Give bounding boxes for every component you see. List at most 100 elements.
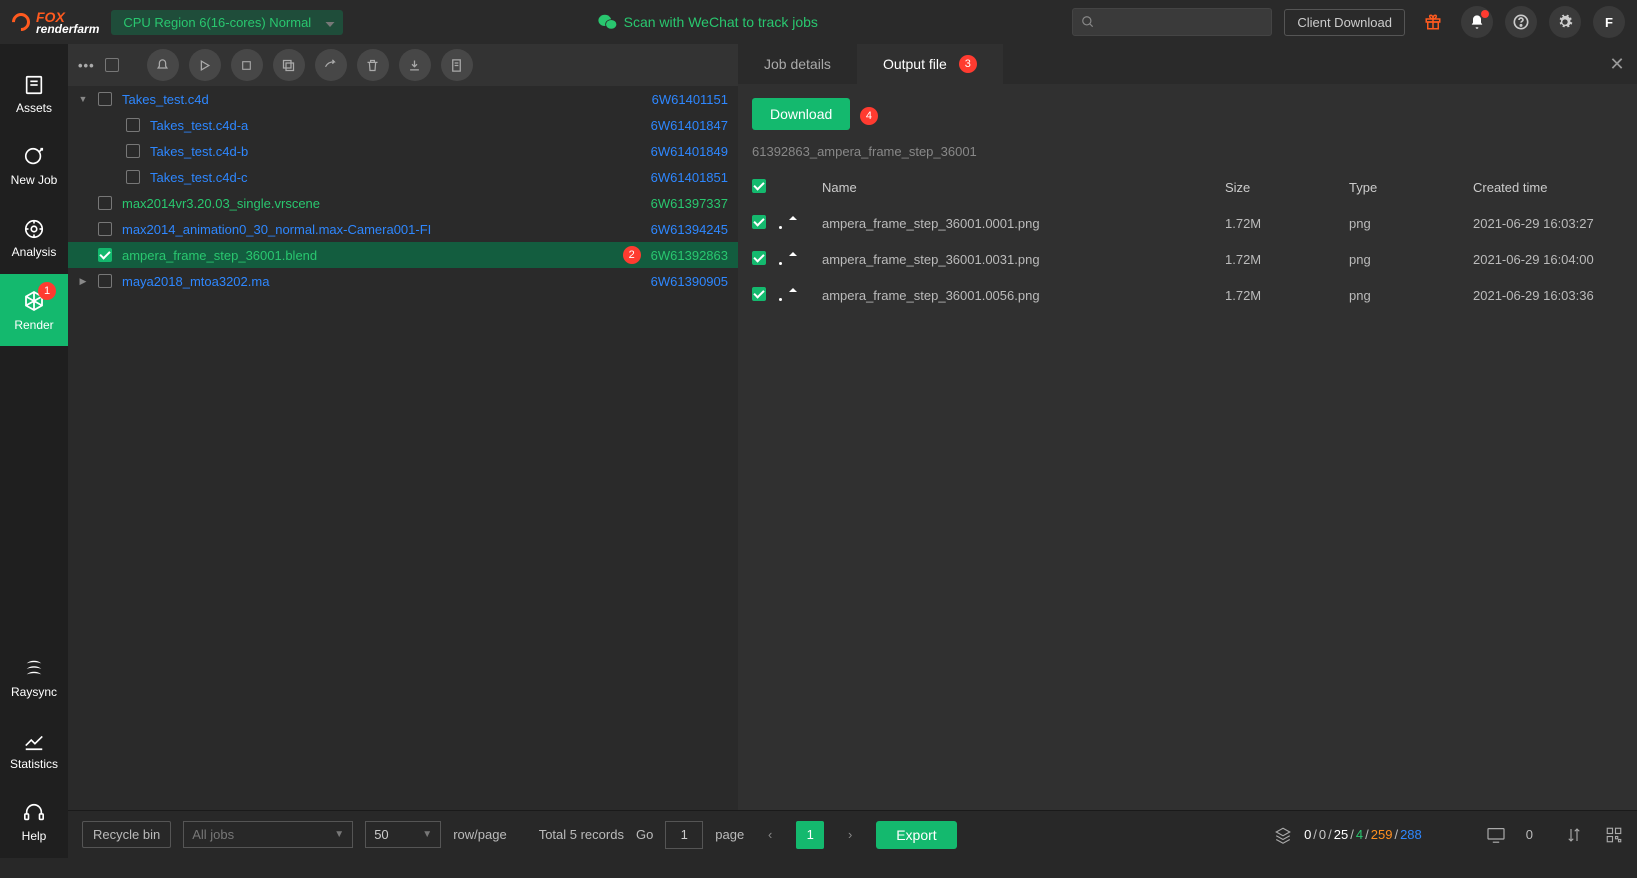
notification-dot — [1481, 10, 1489, 18]
wechat-link[interactable]: Scan with WeChat to track jobs — [598, 14, 818, 30]
sidebar: Assets New Job Analysis 1Render Raysync … — [0, 44, 68, 858]
gift-icon[interactable] — [1417, 6, 1449, 38]
detail-tabs: Job details Output file3 ✕ — [738, 44, 1637, 84]
transfer-icon[interactable] — [1565, 826, 1583, 844]
avatar[interactable]: F — [1593, 6, 1625, 38]
file-created: 2021-06-29 16:04:00 — [1473, 252, 1623, 267]
job-checkbox[interactable] — [98, 196, 112, 210]
job-name: Takes_test.c4d-b — [150, 144, 641, 159]
sidebar-item-raysync[interactable]: Raysync — [0, 642, 68, 714]
notify-button[interactable] — [147, 49, 179, 81]
monitor-icon[interactable] — [1486, 827, 1506, 843]
region-selector[interactable]: CPU Region 6(16-cores) Normal — [111, 10, 343, 35]
sidebar-item-render[interactable]: 1Render — [0, 274, 68, 346]
sidebar-item-analysis[interactable]: Analysis — [0, 202, 68, 274]
layers-icon[interactable] — [1274, 826, 1292, 844]
expand-icon[interactable]: ▼ — [78, 94, 88, 104]
job-name: max2014_animation0_30_normal.max-Camera0… — [122, 222, 641, 237]
wechat-icon — [598, 14, 618, 30]
render-stats: 0/ 0/ 25/ 4/ 259/ 288 — [1304, 827, 1422, 842]
help-icon[interactable] — [1505, 6, 1537, 38]
file-row[interactable]: ampera_frame_step_36001.0001.png1.72Mpng… — [752, 205, 1623, 241]
document-button[interactable] — [441, 49, 473, 81]
job-checkbox[interactable] — [126, 144, 140, 158]
tab-job-details[interactable]: Job details — [738, 44, 857, 84]
expand-icon[interactable]: ▶ — [78, 276, 88, 287]
job-checkbox[interactable] — [98, 92, 112, 106]
qr-icon[interactable] — [1605, 826, 1623, 844]
job-row[interactable]: max2014_animation0_30_normal.max-Camera0… — [68, 216, 738, 242]
assets-icon — [23, 74, 45, 96]
play-button[interactable] — [189, 49, 221, 81]
job-name: Takes_test.c4d-a — [150, 118, 641, 133]
recycle-bin-button[interactable]: Recycle bin — [82, 821, 171, 848]
more-icon[interactable]: ••• — [78, 58, 95, 73]
job-row[interactable]: ▶maya2018_mtoa3202.ma6W61390905 — [68, 268, 738, 294]
file-checkbox[interactable] — [752, 251, 766, 265]
col-created[interactable]: Created time — [1473, 180, 1623, 195]
logo-icon — [8, 9, 33, 34]
job-row[interactable]: ▼Takes_test.c4d6W61401151 — [68, 86, 738, 112]
job-checkbox[interactable] — [126, 170, 140, 184]
close-panel-button[interactable]: ✕ — [1597, 44, 1637, 84]
file-checkbox[interactable] — [752, 287, 766, 301]
job-name: maya2018_mtoa3202.ma — [122, 274, 641, 289]
copy-button[interactable] — [273, 49, 305, 81]
job-row[interactable]: Takes_test.c4d-a 6W61401847 — [68, 112, 738, 138]
gear-icon[interactable] — [1549, 6, 1581, 38]
job-row[interactable]: Takes_test.c4d-b 6W61401849 — [68, 138, 738, 164]
sidebar-item-statistics[interactable]: Statistics — [0, 714, 68, 786]
current-page[interactable]: 1 — [796, 821, 824, 849]
col-size[interactable]: Size — [1225, 180, 1335, 195]
job-checkbox[interactable] — [98, 222, 112, 236]
search-icon — [1081, 15, 1095, 29]
export-button[interactable]: Export — [876, 821, 956, 849]
job-id: 6W61401849 — [651, 144, 728, 159]
rows-per-page-select[interactable]: 50▼ — [365, 821, 441, 848]
job-list-panel: ••• ▼Takes_test.c4d6W61401151Takes_test.… — [68, 44, 738, 810]
page-input[interactable]: 1 — [665, 821, 703, 849]
job-id: 6W61401847 — [651, 118, 728, 133]
job-row[interactable]: ampera_frame_step_36001.blend26W61392863 — [68, 242, 738, 268]
job-filter-select[interactable]: All jobs▼ — [183, 821, 353, 848]
job-row[interactable]: Takes_test.c4d-c 6W61401851 — [68, 164, 738, 190]
file-name: ampera_frame_step_36001.0056.png — [822, 288, 1211, 303]
output-path: 61392863_ampera_frame_step_36001 — [738, 140, 1637, 169]
delete-button[interactable] — [357, 49, 389, 81]
sidebar-item-help[interactable]: Help — [0, 786, 68, 858]
search-input[interactable] — [1072, 8, 1272, 36]
job-id: 6W61401151 — [652, 92, 728, 107]
job-checkbox[interactable] — [98, 248, 112, 262]
headset-icon — [23, 802, 45, 824]
rows-label: row/page — [453, 827, 506, 842]
file-size: 1.72M — [1225, 252, 1335, 267]
next-page-button[interactable]: › — [836, 821, 864, 849]
download-selected-button[interactable]: Download — [752, 98, 850, 130]
select-all-files-checkbox[interactable] — [752, 179, 766, 193]
job-checkbox[interactable] — [98, 274, 112, 288]
col-name[interactable]: Name — [822, 180, 1211, 195]
client-download-button[interactable]: Client Download — [1284, 9, 1405, 36]
tab-output-file[interactable]: Output file3 — [857, 44, 1003, 84]
raysync-icon — [23, 658, 45, 680]
file-checkbox[interactable] — [752, 215, 766, 229]
download-badge: 4 — [860, 107, 878, 125]
job-row[interactable]: max2014vr3.20.03_single.vrscene6W6139733… — [68, 190, 738, 216]
prev-page-button[interactable]: ‹ — [756, 821, 784, 849]
logo[interactable]: FOXrenderfarm — [12, 9, 99, 36]
job-id: 6W61394245 — [651, 222, 728, 237]
share-button[interactable] — [315, 49, 347, 81]
sidebar-item-newjob[interactable]: New Job — [0, 130, 68, 202]
select-all-checkbox[interactable] — [105, 58, 119, 72]
job-id: 6W61401851 — [651, 170, 728, 185]
job-checkbox[interactable] — [126, 118, 140, 132]
file-row[interactable]: ampera_frame_step_36001.0031.png1.72Mpng… — [752, 241, 1623, 277]
sidebar-item-assets[interactable]: Assets — [0, 58, 68, 130]
monitor-count: 0 — [1526, 827, 1533, 842]
bell-icon[interactable] — [1461, 6, 1493, 38]
file-row[interactable]: ampera_frame_step_36001.0056.png1.72Mpng… — [752, 277, 1623, 313]
col-type[interactable]: Type — [1349, 180, 1459, 195]
download-button[interactable] — [399, 49, 431, 81]
stop-button[interactable] — [231, 49, 263, 81]
job-name: Takes_test.c4d-c — [150, 170, 641, 185]
